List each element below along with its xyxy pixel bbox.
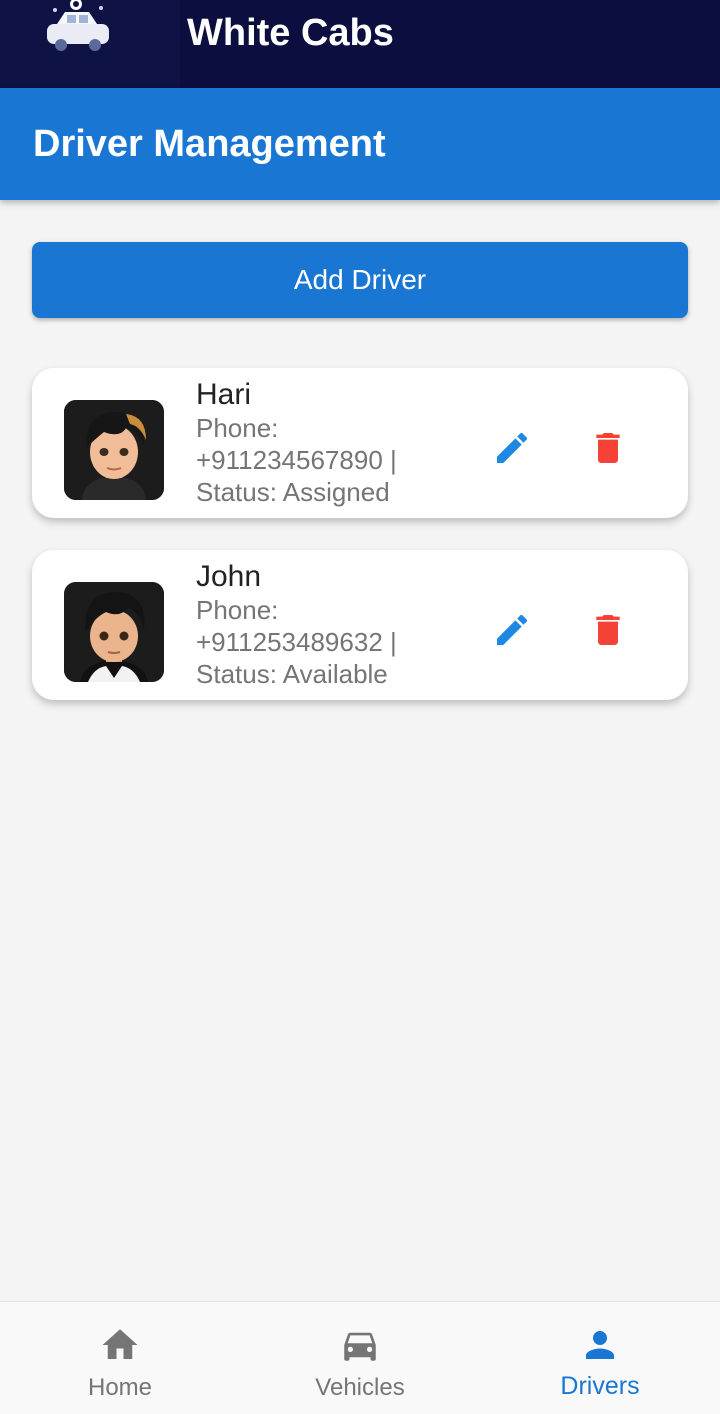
page-header: Driver Management <box>0 88 720 200</box>
driver-phone: +911234567890 | <box>196 445 397 475</box>
nav-item-vehicles[interactable]: Vehicles <box>240 1302 480 1414</box>
delete-driver-button[interactable] <box>580 602 636 658</box>
edit-driver-button[interactable] <box>484 602 540 658</box>
nav-label-drivers: Drivers <box>560 1372 640 1400</box>
edit-driver-button[interactable] <box>484 420 540 476</box>
pencil-icon <box>497 432 528 463</box>
trash-icon <box>596 615 620 645</box>
taxi-logo-icon <box>47 0 109 51</box>
home-icon <box>102 1329 138 1359</box>
car-icon <box>344 1332 376 1361</box>
delete-driver-button[interactable] <box>580 420 636 476</box>
driver-status: Status: Available <box>196 659 388 689</box>
driver-card: Hari Phone: +911234567890 | Status: Assi… <box>32 368 688 518</box>
driver-name: Hari <box>196 378 252 411</box>
bottom-navigation: Home Vehicles Drivers <box>0 1301 720 1414</box>
trash-icon <box>596 433 620 463</box>
driver-phone: +911253489632 | <box>196 627 397 657</box>
nav-item-home[interactable]: Home <box>0 1302 240 1414</box>
app-title: White Cabs <box>187 11 394 54</box>
driver-info: Hari Phone: +911234567890 | Status: Assi… <box>196 378 456 508</box>
app-logo <box>0 0 180 88</box>
nav-label-home: Home <box>87 1374 153 1401</box>
add-driver-button[interactable]: Add Driver <box>32 242 688 318</box>
nav-label-vehicles: Vehicles <box>315 1374 405 1401</box>
driver-avatar <box>64 400 164 500</box>
app-bar: White Cabs <box>0 0 720 88</box>
page-title: Driver Management <box>33 122 386 165</box>
driver-phone-label: Phone: <box>196 413 279 443</box>
driver-status: Status: Assigned <box>196 477 390 507</box>
driver-name: John <box>196 560 262 593</box>
driver-phone-label: Phone: <box>196 595 279 625</box>
driver-card: John Phone: +911253489632 | Status: Avai… <box>32 550 688 700</box>
nav-item-drivers[interactable]: Drivers <box>480 1302 720 1414</box>
driver-avatar <box>64 582 164 682</box>
person-icon <box>586 1331 614 1359</box>
pencil-icon <box>497 614 528 645</box>
driver-info: John Phone: +911253489632 | Status: Avai… <box>196 560 456 690</box>
